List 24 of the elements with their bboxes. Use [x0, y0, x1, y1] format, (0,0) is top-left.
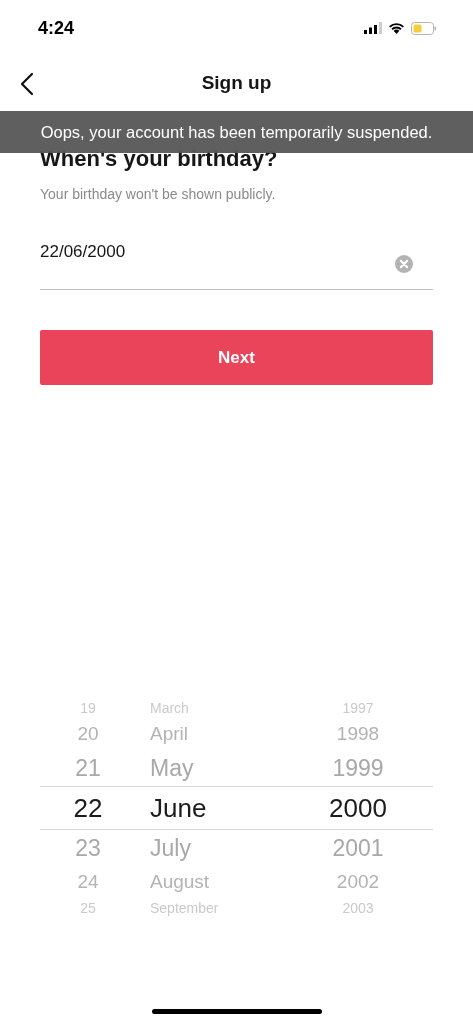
picker-option[interactable]: April	[150, 723, 188, 745]
picker-option[interactable]: 2001	[332, 834, 384, 862]
signal-icon	[364, 22, 382, 34]
status-time: 4:24	[38, 17, 75, 39]
picker-option[interactable]: May	[150, 754, 194, 782]
chevron-left-icon	[20, 72, 34, 96]
wifi-icon	[388, 22, 405, 34]
picker-option[interactable]: 21	[75, 754, 101, 782]
picker-option[interactable]: 1999	[332, 754, 384, 782]
picker-option[interactable]: 24	[77, 871, 99, 893]
picker-option[interactable]: 23	[75, 834, 101, 862]
toast-message: Oops, your account has been temporarily suspended.	[0, 111, 473, 153]
picker-option[interactable]: 22	[73, 792, 103, 824]
next-button[interactable]: Next	[40, 330, 433, 385]
picker-option[interactable]: 2002	[336, 871, 380, 893]
page-title: Sign up	[201, 72, 272, 94]
picker-option[interactable]: June	[150, 792, 207, 824]
picker-option[interactable]: 1998	[336, 723, 380, 745]
picker-option[interactable]: 20	[77, 723, 99, 745]
picker-option[interactable]: 2000	[329, 792, 387, 824]
subtitle: Your birthday won't be shown publicly.	[40, 186, 277, 202]
picker-option[interactable]: July	[150, 834, 191, 862]
battery-icon	[411, 21, 437, 35]
picker-option[interactable]: August	[150, 871, 210, 893]
